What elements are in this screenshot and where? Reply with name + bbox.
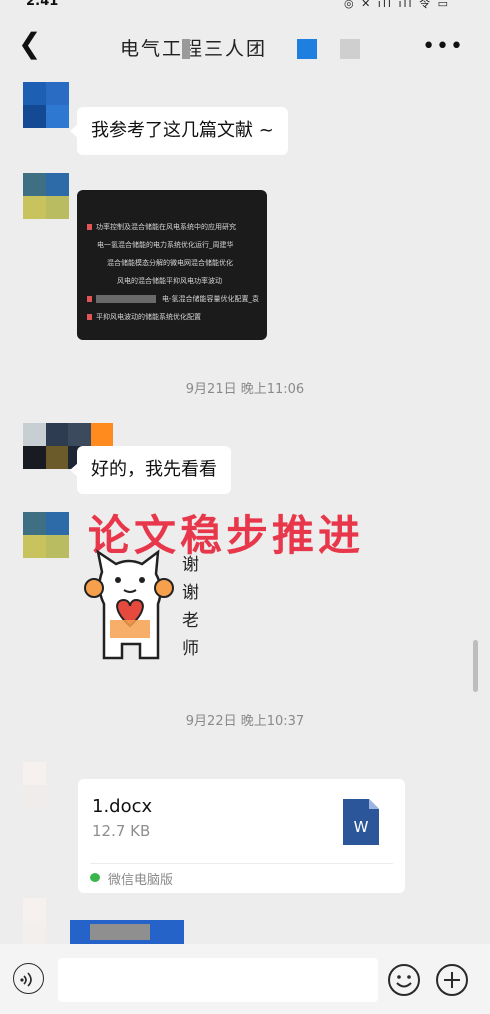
image-line: 平抑风电波动的储能系统优化配置 [96,313,201,321]
message-bubble[interactable]: 好的，我先看看 [70,446,231,494]
image-message[interactable]: 功率控制及混合储能在风电系统中的应用研究 电一氢混合储能的电力系统优化运行_周建… [77,190,267,340]
avatar[interactable] [23,512,69,558]
timestamp: 9月21日 晚上11:06 [185,382,305,397]
sticker-char: 师 [182,639,199,659]
timestamp: 9月22日 晚上10:37 [185,714,305,729]
sticker-char: 谢 [182,583,199,603]
voice-waves-icon [20,972,32,987]
input-bar [0,944,490,1014]
more-dots-icon[interactable]: ••• [422,34,464,59]
plus-icon[interactable] [435,963,469,997]
avatar[interactable] [23,762,69,808]
status-icons: ◎ ✕ ıll ıll 令 ▭ [343,0,450,10]
image-line: 混合储能模态分解的微电网混合储能优化 [107,259,233,267]
status-bar: 2:41 ◎ ✕ ıll ıll 令 ▭ [0,0,490,12]
file-message[interactable]: 1.docx 12.7 KB W 微信电脑版 [78,779,405,893]
sticker-char: 谢 [182,555,199,575]
avatar[interactable] [23,173,69,219]
file-name: 1.docx [92,796,153,817]
emoji-icon[interactable] [387,963,421,997]
title-mosaic [182,39,360,59]
avatar[interactable] [23,898,69,944]
file-source: 微信电脑版 [108,873,174,888]
image-line: 电-氢混合储能容量优化配置_袁 [162,295,260,303]
divider [90,863,393,864]
word-doc-icon: W [343,799,379,845]
status-time: 2:41 [26,0,59,9]
avatar[interactable] [23,82,69,128]
image-line: 功率控制及混合储能在风电系统中的应用研究 [96,223,236,231]
thank-you-sticker[interactable]: 谢 谢 老 师 [84,548,214,666]
scrollbar[interactable] [473,640,478,692]
message-bubble[interactable]: 我参考了这几篇文献 ~ [70,107,288,155]
image-line: 电一氢混合储能的电力系统优化运行_周建华 [97,241,234,249]
voice-icon[interactable] [13,963,44,994]
message-input[interactable] [58,958,378,1002]
word-letter: W [354,818,369,836]
wechat-pc-icon [90,873,100,882]
chat-header: ❮ 电气工程三人团 ••• [0,12,490,78]
chevron-left-icon[interactable]: ❮ [18,30,41,58]
sticker-char: 老 [182,611,199,631]
partial-image-message[interactable] [70,920,184,944]
file-size: 12.7 KB [92,822,151,840]
image-line: 风电的混合储能平抑风电功率波动 [117,277,222,285]
cat-sticker-icon: 谢 谢 老 师 [84,549,199,660]
